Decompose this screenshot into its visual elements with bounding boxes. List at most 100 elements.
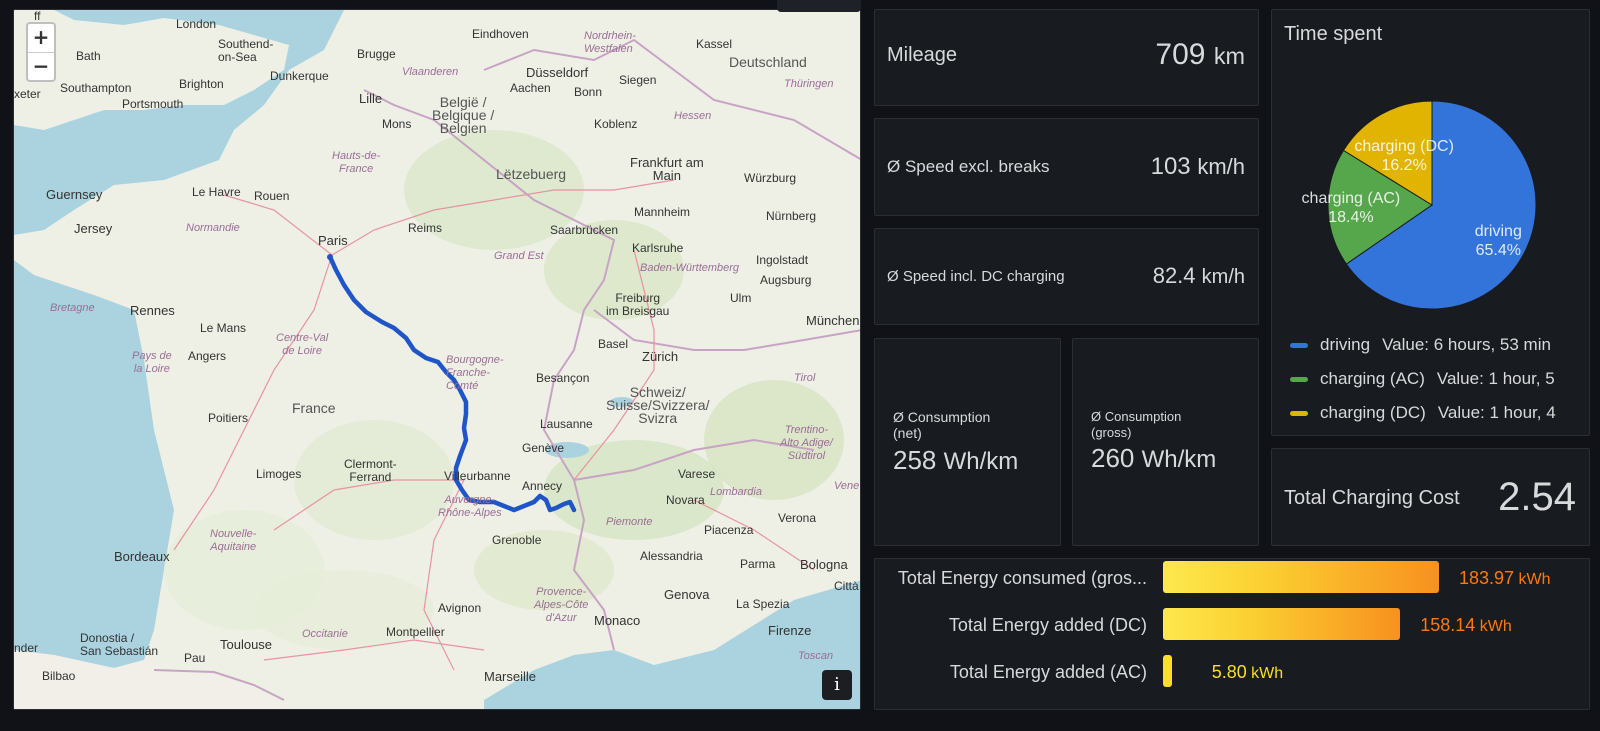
map-label: Augsburg [760, 273, 812, 287]
map-label: Würzburg [744, 171, 797, 185]
map-label: Aachen [510, 81, 551, 95]
map-label: Tirol [794, 372, 816, 384]
map-label: Monaco [594, 613, 641, 628]
zoom-control: + − [26, 22, 56, 82]
energy-bar-unit: kWh [1475, 618, 1512, 635]
map-info-button[interactable]: i [822, 670, 852, 700]
map-label: Pau [184, 651, 206, 665]
energy-bar [1163, 608, 1401, 640]
map-label: Novara [666, 493, 705, 507]
map-label: Southampton [60, 81, 132, 95]
consumption-gross-value: 260 Wh/km [1091, 443, 1216, 474]
map-label: Genova [664, 587, 710, 602]
map-label: Toulouse [220, 637, 273, 652]
map-label: La Spezia [736, 597, 790, 611]
energy-bar-value: 183.97 kWh [1459, 568, 1551, 589]
map-label: Freiburg im Breisgau [606, 291, 670, 318]
map-label: Occitanie [302, 628, 348, 640]
mileage-number: 709 [1155, 38, 1206, 71]
map-label: Donostia / San Sebastián [80, 631, 159, 658]
charging-cost-panel: Total Charging Cost 2.54 [1271, 448, 1590, 546]
map-label: Deutschland [729, 54, 807, 70]
map-label: Reims [408, 221, 443, 235]
legend-item[interactable]: charging (DC) Value: 1 hour, 4 [1290, 402, 1556, 424]
map-label: Ulm [730, 291, 752, 305]
map-label: Firenze [768, 623, 812, 638]
map-label: Karlsruhe [632, 241, 684, 255]
energy-bar-number: 5.80 [1211, 662, 1247, 682]
legend-name: charging (DC) [1320, 403, 1426, 422]
map-label: Koblenz [594, 117, 638, 131]
map-label: Southend- on-Sea [218, 37, 274, 64]
map-label: Besançon [536, 371, 590, 385]
map-label: Düsseldorf [526, 65, 589, 80]
map-label: Verona [778, 511, 817, 525]
map-label: Avignon [438, 601, 482, 615]
energy-bar-label: Total Energy consumed (gros... [897, 568, 1147, 588]
speed-excl-label: Ø Speed excl. breaks [887, 157, 1050, 176]
map-label: Genève [522, 441, 565, 455]
speed-excl-panel: Ø Speed excl. breaks 103 km/h [874, 118, 1259, 216]
map-label: Rouen [254, 189, 290, 203]
speed-excl-number: 103 [1150, 153, 1191, 180]
consumption-net-label-line1: Ø Consumption [893, 409, 991, 425]
trip-map[interactable]: London Southend- on-Sea Bath ff Brighton… [13, 9, 861, 710]
map-label: Lombardia [710, 486, 762, 498]
map-label: Ingolstadt [756, 253, 809, 267]
mileage-panel: Mileage 709 km [874, 9, 1259, 106]
map-label: Basel [598, 337, 629, 351]
time-spent-title: Time spent [1284, 23, 1383, 45]
map-label: France [292, 400, 336, 416]
legend-name: driving [1320, 335, 1371, 354]
map-label: Trentino- Alto Adige/ Südtirol [780, 424, 833, 462]
energy-bar-label: Total Energy added (AC) [949, 662, 1147, 682]
energy-bar-unit: kWh [1514, 571, 1551, 588]
map-label: Centre-Val de Loire [276, 332, 329, 357]
legend-swatch [1290, 410, 1308, 416]
energy-panel: Total Energy consumed (gros... 183.97 kWh… [874, 558, 1590, 710]
consumption-net-panel: Ø Consumption (net) 258 Wh/km [874, 338, 1061, 546]
map-label: München [806, 313, 860, 328]
consumption-net-label: Ø Consumption (net) [893, 409, 990, 441]
map-label: Nürnberg [766, 209, 817, 223]
map-label: Vene [834, 480, 860, 492]
consumption-gross-label-line1: Ø Consumption [1091, 409, 1182, 424]
energy-bar-unit: kWh [1246, 665, 1284, 682]
map-overlay-tab[interactable] [777, 0, 861, 12]
map-label: Guernsey [46, 187, 103, 202]
energy-bar-value: 5.80 kWh [1212, 662, 1284, 683]
time-spent-panel: Time spent driving 65.4% charging (AC) 18.4… [1271, 9, 1590, 436]
map-label: Lëtzebuerg [496, 166, 567, 182]
map-label: nder [14, 641, 39, 655]
zoom-out-button[interactable]: − [28, 52, 54, 80]
legend-item[interactable]: driving Value: 6 hours, 53 min [1290, 334, 1551, 356]
map-label: Thüringen [784, 78, 834, 90]
map-label: Kassel [696, 37, 733, 51]
consumption-net-value: 258 Wh/km [893, 445, 1018, 476]
map-label: Limoges [256, 467, 302, 481]
map-label: Brugge [357, 47, 396, 61]
map-label: Bourgogne- Franche- Comté [446, 354, 504, 392]
speed-excl-unit: km/h [1197, 154, 1245, 179]
legend-swatch [1290, 342, 1308, 348]
legend-swatch [1290, 376, 1308, 382]
energy-bar [1163, 561, 1439, 593]
map-label: Piemonte [606, 516, 653, 528]
map-label: Schweiz/ Suisse/Svizzera/ Svizra [606, 384, 710, 426]
map-label: Parma [740, 557, 776, 571]
consumption-gross-number: 260 [1091, 443, 1135, 473]
time-spent-pie: driving 65.4%charging (AC) 18.4%charging (… [1302, 100, 1537, 310]
map-label: Paris [318, 233, 348, 248]
speed-incl-panel: Ø Speed incl. DC charging 82.4 km/h [874, 228, 1259, 325]
map-label: Lausanne [540, 417, 593, 431]
map-label: Rennes [130, 303, 175, 318]
zoom-in-button[interactable]: + [28, 24, 54, 52]
map-label: Bologna [800, 557, 848, 572]
map-label: Hauts-de- France [332, 150, 381, 175]
map-label: xeter [14, 87, 41, 101]
map-label: Saarbrücken [550, 223, 619, 237]
map-label: Le Havre [192, 185, 241, 199]
map-label: Bonn [574, 85, 603, 99]
legend-item[interactable]: charging (AC) Value: 1 hour, 5 [1290, 368, 1555, 390]
map-label: Jersey [74, 221, 113, 236]
